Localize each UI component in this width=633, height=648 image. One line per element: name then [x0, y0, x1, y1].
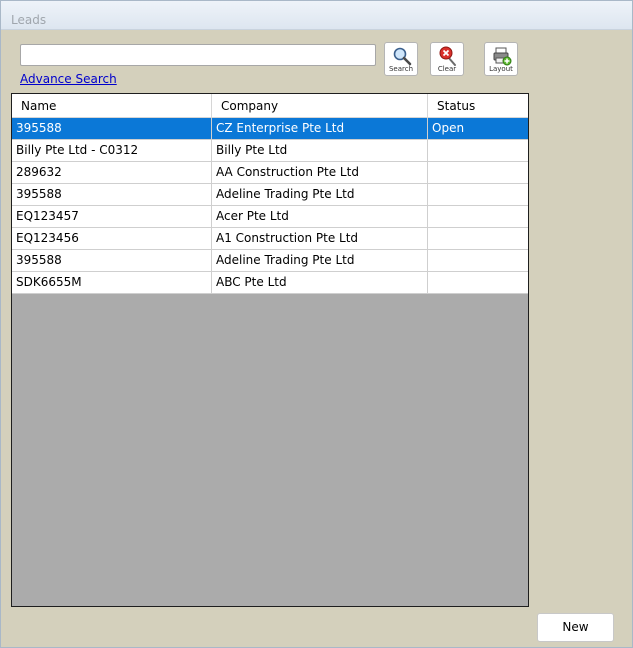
- new-button[interactable]: New: [537, 613, 614, 642]
- cell-company: Adeline Trading Pte Ltd: [212, 250, 428, 271]
- printer-layout-icon: [493, 47, 512, 66]
- cell-name: Billy Pte Ltd - C0312: [12, 140, 212, 161]
- cell-status: [428, 162, 528, 183]
- layout-button-label: Layout: [489, 65, 513, 73]
- cell-company: AA Construction Pte Ltd: [212, 162, 428, 183]
- cell-status: [428, 184, 528, 205]
- clear-button-label: Clear: [437, 65, 457, 73]
- magnifier-icon: [393, 47, 412, 66]
- layout-button[interactable]: Layout: [484, 42, 518, 76]
- cell-company: ABC Pte Ltd: [212, 272, 428, 293]
- window-title: Leads: [11, 13, 47, 27]
- cell-name: 395588: [12, 184, 212, 205]
- search-button[interactable]: Search: [384, 42, 418, 76]
- cell-status: [428, 206, 528, 227]
- clear-red-x-icon: [439, 46, 456, 66]
- table-row[interactable]: SDK6655M ABC Pte Ltd: [12, 272, 528, 294]
- cell-status: [428, 140, 528, 161]
- table-row[interactable]: 395588 CZ Enterprise Pte Ltd Open: [12, 118, 528, 140]
- clear-button[interactable]: Clear: [430, 42, 464, 76]
- cell-name: SDK6655M: [12, 272, 212, 293]
- cell-name: 395588: [12, 118, 212, 139]
- table-row[interactable]: 395588 Adeline Trading Pte Ltd: [12, 184, 528, 206]
- title-bar: Leads: [1, 1, 632, 30]
- leads-window: Leads Advance Search Search Clear Layout…: [0, 0, 633, 648]
- cell-name: 289632: [12, 162, 212, 183]
- cell-name: EQ123457: [12, 206, 212, 227]
- table-row[interactable]: Billy Pte Ltd - C0312 Billy Pte Ltd: [12, 140, 528, 162]
- search-input[interactable]: [20, 44, 376, 66]
- table-row[interactable]: 395588 Adeline Trading Pte Ltd: [12, 250, 528, 272]
- cell-status: [428, 228, 528, 249]
- table-row[interactable]: 289632 AA Construction Pte Ltd: [12, 162, 528, 184]
- cell-name: 395588: [12, 250, 212, 271]
- cell-status: [428, 250, 528, 271]
- table-row[interactable]: EQ123456 A1 Construction Pte Ltd: [12, 228, 528, 250]
- cell-company: Adeline Trading Pte Ltd: [212, 184, 428, 205]
- search-button-label: Search: [388, 65, 414, 73]
- grid-header: Name Company Status: [12, 94, 528, 118]
- cell-company: A1 Construction Pte Ltd: [212, 228, 428, 249]
- cell-company: CZ Enterprise Pte Ltd: [212, 118, 428, 139]
- cell-status: Open: [432, 121, 465, 135]
- column-header-name[interactable]: Name: [12, 94, 212, 117]
- column-header-company[interactable]: Company: [212, 94, 428, 117]
- table-row[interactable]: EQ123457 Acer Pte Ltd: [12, 206, 528, 228]
- cell-company: Billy Pte Ltd: [212, 140, 428, 161]
- cell-company: Acer Pte Ltd: [212, 206, 428, 227]
- column-header-status[interactable]: Status: [428, 94, 528, 117]
- advance-search-link[interactable]: Advance Search: [20, 72, 117, 86]
- cell-status: [428, 272, 528, 293]
- cell-name: EQ123456: [12, 228, 212, 249]
- leads-grid[interactable]: Name Company Status 395588 CZ Enterprise…: [11, 93, 529, 607]
